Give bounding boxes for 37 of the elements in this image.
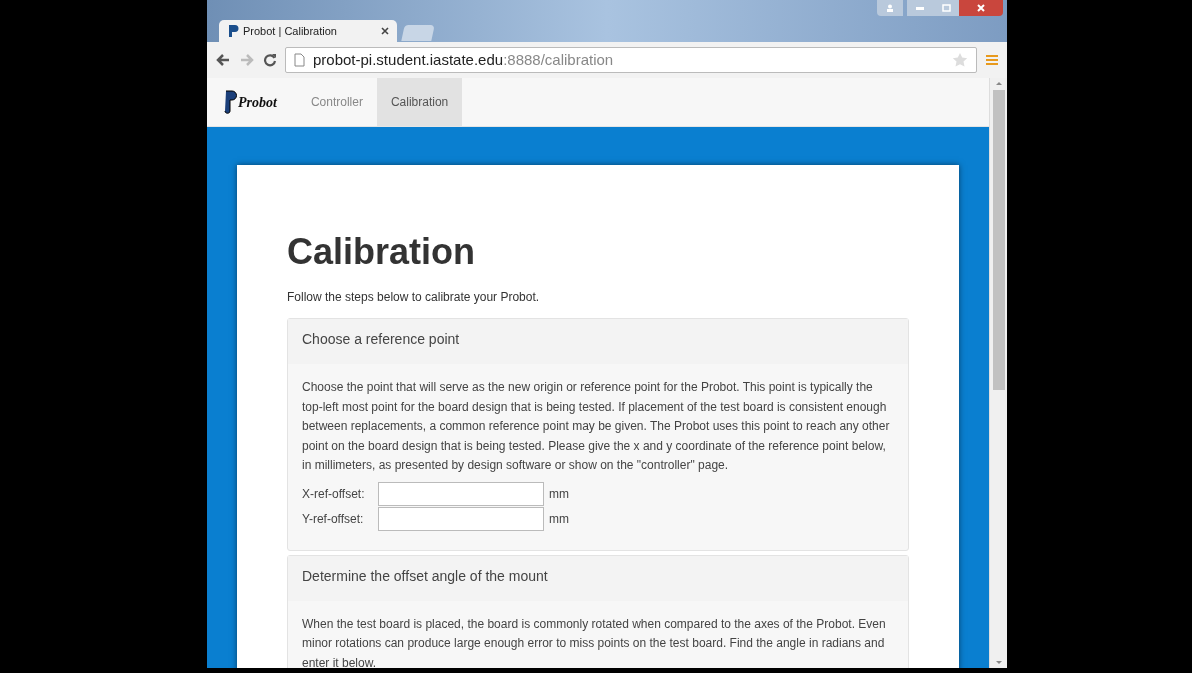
input-field[interactable] bbox=[378, 482, 544, 506]
scrollbar-thumb[interactable] bbox=[992, 90, 1005, 390]
reload-icon[interactable] bbox=[263, 53, 277, 67]
menu-icon[interactable] bbox=[985, 53, 999, 67]
back-icon[interactable] bbox=[215, 53, 231, 67]
person-icon bbox=[886, 4, 894, 12]
section-heading: Determine the offset angle of the mount bbox=[288, 555, 908, 601]
minimize-button[interactable] bbox=[907, 0, 933, 16]
field-label: X-ref-offset: bbox=[302, 486, 366, 503]
forward-icon[interactable] bbox=[239, 53, 255, 67]
minimize-icon bbox=[916, 6, 924, 10]
maximize-button[interactable] bbox=[933, 0, 959, 16]
browser-tab[interactable]: Probot | Calibration bbox=[219, 20, 397, 42]
page-title: Calibration bbox=[287, 230, 476, 274]
unit-label: mm bbox=[549, 511, 569, 528]
field-label: Y-ref-offset: bbox=[302, 511, 365, 528]
new-tab-button[interactable] bbox=[401, 25, 435, 41]
section-heading: Choose a reference point bbox=[288, 319, 908, 364]
intro-text: Follow the steps below to calibrate your Probot. bbox=[287, 289, 541, 306]
input-field[interactable] bbox=[378, 507, 544, 531]
close-icon[interactable] bbox=[381, 27, 389, 35]
nav-tab[interactable]: Calibration bbox=[376, 78, 463, 126]
address-bar[interactable]: probot-pi.student.iastate.edu:8888/calibration bbox=[285, 47, 977, 73]
section-text: Choose the point that will serve as the new origin or reference point for the Probot. This point is typically the top-left most point for the board design that is being tested. If placement of the test board is consistent enough between replacements, a common reference point may be given. The Probot uses this point to reach any other point on the board design that is being tested. Please give the x and y coordinate of the reference point below, in millimeters, as presented by design software or show on the "controller" page. bbox=[302, 379, 891, 474]
user-button[interactable] bbox=[877, 0, 903, 16]
close-icon bbox=[977, 4, 985, 12]
page-icon bbox=[294, 53, 305, 67]
url-text: probot-pi.student.iastate.edu:8888/calibration bbox=[313, 49, 615, 70]
tab-title: Probot | Calibration bbox=[243, 23, 338, 39]
logo-icon bbox=[223, 89, 237, 115]
star-icon[interactable] bbox=[952, 52, 968, 68]
brand-name[interactable]: Probot bbox=[238, 91, 277, 113]
section-text: When the test board is placed, the board is commonly rotated when compared to the axes of the Probot. Even minor rotations can produce large enough error to miss points on the test board. Find the angle in radians and enter it below. bbox=[302, 615, 887, 668]
maximize-icon bbox=[941, 4, 951, 12]
logo-icon bbox=[227, 24, 239, 38]
close-window-button[interactable] bbox=[959, 0, 1003, 16]
unit-label: mm bbox=[549, 486, 569, 503]
